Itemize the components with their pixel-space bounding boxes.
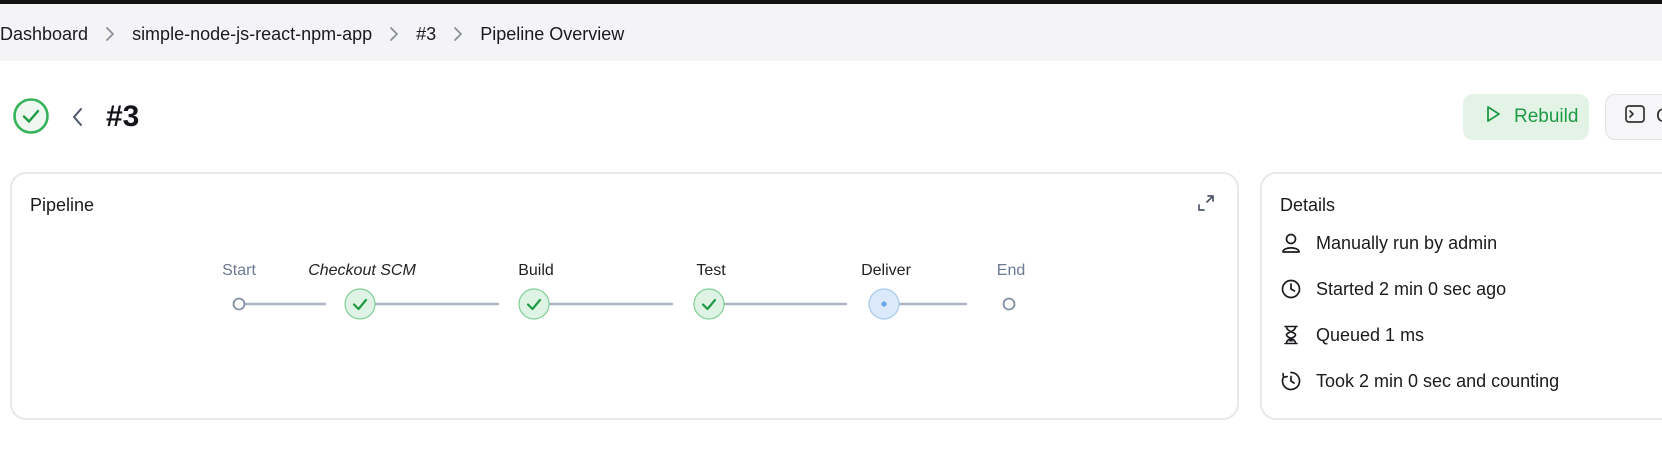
breadcrumb-dashboard[interactable]: Dashboard — [0, 24, 88, 45]
stage-label-build[interactable]: Build — [518, 262, 554, 280]
clock-icon — [1280, 278, 1302, 300]
details-card: Details Manually run by admin Started 2 … — [1260, 172, 1662, 420]
hourglass-icon — [1280, 324, 1302, 346]
detail-row-trigger: Manually run by admin — [1280, 232, 1497, 254]
chevron-left-icon[interactable] — [68, 106, 88, 133]
run-header: #3 Rebuild C — [0, 94, 1662, 142]
success-check-icon — [12, 97, 50, 140]
detail-started-text: Started 2 min 0 sec ago — [1316, 278, 1507, 299]
terminal-icon — [1624, 103, 1646, 131]
stage-deliver-node[interactable] — [868, 288, 900, 320]
breadcrumb-pipeline-overview[interactable]: Pipeline Overview — [480, 24, 624, 45]
stage-build-node[interactable] — [518, 288, 550, 320]
breadcrumb: Dashboard simple-node-js-react-npm-app #… — [0, 22, 624, 46]
detail-row-queued: Queued 1 ms — [1280, 324, 1424, 346]
details-title: Details — [1280, 195, 1336, 215]
pipeline-graph — [232, 288, 1016, 320]
detail-row-started: Started 2 min 0 sec ago — [1280, 278, 1506, 300]
detail-queued-text: Queued 1 ms — [1316, 324, 1425, 345]
stage-label-test[interactable]: Test — [696, 262, 725, 280]
console-output-button[interactable]: C — [1605, 94, 1662, 140]
stage-test-node[interactable] — [693, 288, 725, 320]
stage-label-start: Start — [222, 262, 256, 279]
stage-checkout-scm-node[interactable] — [344, 288, 376, 320]
page-title: #3 — [106, 100, 140, 133]
detail-row-duration: Took 2 min 0 sec and counting — [1280, 370, 1559, 392]
rebuild-button[interactable]: Rebuild — [1463, 94, 1589, 140]
rebuild-label: Rebuild — [1514, 106, 1579, 127]
detail-trigger-text: Manually run by admin — [1316, 232, 1498, 253]
play-icon — [1484, 104, 1502, 130]
stage-end-node — [1002, 297, 1016, 311]
user-icon — [1280, 232, 1302, 254]
stage-label-end: End — [996, 262, 1026, 279]
timer-icon — [1280, 370, 1302, 392]
breadcrumb-job[interactable]: simple-node-js-react-npm-app — [132, 24, 372, 45]
pipeline-card: Pipeline Start Checkout SCM Build Test D… — [10, 172, 1239, 420]
stage-label-checkout-scm[interactable]: Checkout SCM — [308, 262, 416, 280]
chevron-right-icon — [372, 24, 416, 44]
detail-duration-text: Took 2 min 0 sec and counting — [1316, 370, 1560, 391]
chevron-right-icon — [436, 24, 480, 44]
console-label: C — [1656, 106, 1662, 128]
chevron-right-icon — [88, 24, 132, 44]
stage-label-deliver[interactable]: Deliver — [861, 262, 911, 280]
breadcrumb-run[interactable]: #3 — [416, 24, 436, 45]
breadcrumb-bar: Dashboard simple-node-js-react-npm-app #… — [0, 4, 1662, 61]
stage-start-node — [232, 297, 246, 311]
